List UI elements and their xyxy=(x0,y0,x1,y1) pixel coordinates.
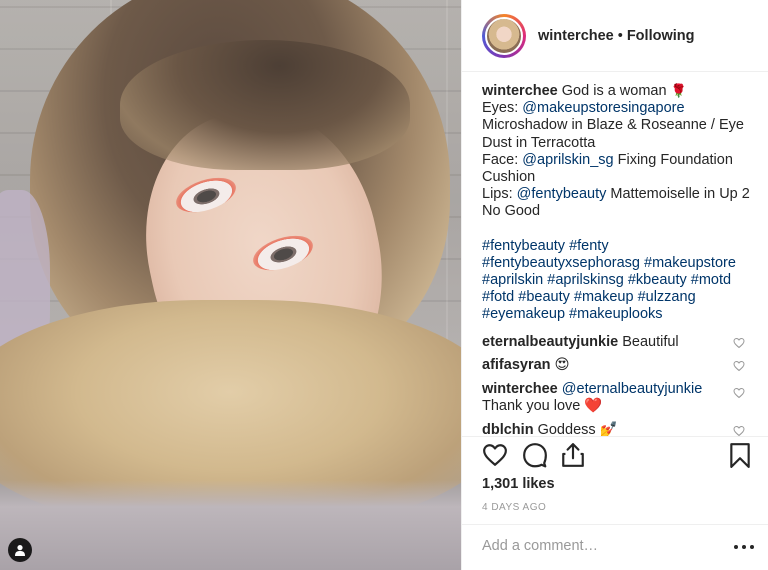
lips-label: Lips: xyxy=(482,186,513,203)
add-comment-input[interactable]: Add a comment… xyxy=(482,538,598,554)
comment-like-icon[interactable] xyxy=(733,360,745,372)
caption-text: God is a woman xyxy=(561,83,667,99)
comment-like-icon[interactable] xyxy=(733,387,745,399)
caption-hashtags[interactable]: #fentybeauty #fenty #fentybeautyxsephora… xyxy=(482,238,750,324)
comment-emoji: 😍 xyxy=(554,357,570,374)
post-date[interactable]: 4 DAYS AGO xyxy=(482,502,546,513)
face-label: Face: xyxy=(482,151,519,168)
header-text: winterchee • Following xyxy=(538,28,694,44)
mention-fentybeauty[interactable]: @fentybeauty xyxy=(517,186,607,202)
comment-username[interactable]: winterchee xyxy=(482,381,558,397)
comment-text: Beautiful xyxy=(622,333,679,350)
photo-surface xyxy=(0,480,461,570)
comment-username[interactable]: eternalbeautyjunkie xyxy=(482,334,618,350)
likes-count[interactable]: 1,301 likes xyxy=(482,476,555,492)
comment-text: Goddess xyxy=(537,421,596,436)
post-header: winterchee • Following xyxy=(462,0,768,72)
comment-item: afifasyran 😍 xyxy=(482,357,749,375)
post-photo[interactable] xyxy=(0,0,461,570)
user-tag-icon xyxy=(15,545,25,556)
photo-bangs xyxy=(120,40,410,170)
comment-mention[interactable]: @eternalbeautyjunkie xyxy=(562,381,702,397)
rose-emoji: 🌹 xyxy=(670,83,687,98)
post-caption: winterchee God is a woman 🌹 Eyes: @makeu… xyxy=(482,82,750,324)
comment-item: eternalbeautyjunkie Beautiful xyxy=(482,334,749,352)
following-button[interactable]: Following xyxy=(627,28,695,44)
divider xyxy=(462,436,768,437)
divider xyxy=(462,524,768,525)
comment-like-icon[interactable] xyxy=(733,425,745,436)
comment-list: eternalbeautyjunkie Beautiful afifasyran… xyxy=(482,334,749,436)
mention-aprilskin-sg[interactable]: @aprilskin_sg xyxy=(522,152,613,168)
nail-polish-emoji: 💅 xyxy=(599,421,618,436)
comment-like-icon[interactable] xyxy=(733,337,745,349)
post-details-pane: winterchee • Following winterchee God is a… xyxy=(461,0,768,570)
caption-username[interactable]: winterchee xyxy=(482,83,558,99)
heart-icon[interactable] xyxy=(482,442,508,468)
heart-emoji: ❤️ xyxy=(584,398,603,415)
header-separator: • xyxy=(617,27,623,44)
comment-username[interactable]: afifasyran xyxy=(482,357,551,373)
user-tag-button[interactable] xyxy=(8,538,32,562)
comment-item: dblchin Goddess 💅 xyxy=(482,422,749,436)
bookmark-icon[interactable] xyxy=(727,442,753,468)
comments-section[interactable]: winterchee God is a woman 🌹 Eyes: @makeu… xyxy=(462,72,768,436)
share-icon[interactable] xyxy=(560,442,586,468)
eyes-products: Microshadow in Blaze & Roseanne / Eye Du… xyxy=(482,117,744,151)
eyes-label: Eyes: xyxy=(482,100,519,117)
mention-makeupstoresingapore[interactable]: @makeupstoresingapore xyxy=(522,100,684,116)
comment-icon[interactable] xyxy=(522,442,548,468)
comment-item: winterchee @eternalbeautyjunkie Thank yo… xyxy=(482,381,749,416)
comment-username[interactable]: dblchin xyxy=(482,422,534,436)
comment-text: Thank you love xyxy=(482,398,581,415)
header-username[interactable]: winterchee xyxy=(538,28,614,44)
avatar-story-ring[interactable] xyxy=(482,13,526,58)
more-options-icon[interactable] xyxy=(732,540,756,554)
action-bar xyxy=(482,442,752,472)
avatar xyxy=(485,16,523,55)
